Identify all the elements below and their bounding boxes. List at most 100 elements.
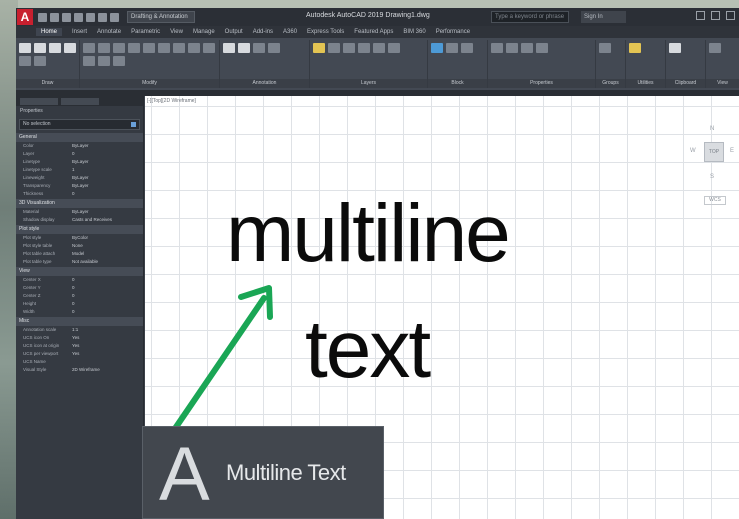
property-row[interactable]: Linetype scale 1 [16, 166, 143, 174]
undo-icon[interactable] [98, 12, 107, 22]
trim-icon[interactable] [113, 43, 125, 53]
linetype-select-icon[interactable] [536, 43, 548, 53]
erase-icon[interactable] [83, 56, 95, 66]
property-row[interactable]: Center Z 0 [16, 292, 143, 300]
leader-icon[interactable] [253, 43, 265, 53]
property-row[interactable]: Plot style table None [16, 242, 143, 250]
tab-insert[interactable]: Insert [72, 29, 87, 35]
stretch-icon[interactable] [173, 43, 185, 53]
minimize-icon[interactable] [696, 11, 705, 20]
layer-freeze-icon[interactable] [388, 43, 400, 53]
tab-layout1[interactable] [61, 98, 99, 105]
tab-express-tools[interactable]: Express Tools [307, 29, 344, 35]
match-properties-icon[interactable] [491, 43, 503, 53]
property-row[interactable]: Annotation scale 1:1 [16, 326, 143, 334]
text-icon[interactable] [223, 43, 235, 53]
property-row[interactable]: Height 0 [16, 300, 143, 308]
hatch-icon[interactable] [34, 56, 46, 66]
lineweight-select-icon[interactable] [521, 43, 533, 53]
property-row[interactable]: Lineweight ByLayer [16, 174, 143, 182]
paste-icon[interactable] [669, 43, 681, 53]
section-misc[interactable]: Misc [16, 317, 143, 326]
viewcube-east[interactable]: E [730, 148, 734, 154]
viewport-controls[interactable]: [-][Top][2D Wireframe] [147, 98, 196, 104]
property-row[interactable]: Layer 0 [16, 150, 143, 158]
tab-performance[interactable]: Performance [436, 29, 470, 35]
scale-icon[interactable] [188, 43, 200, 53]
explode-icon[interactable] [98, 56, 110, 66]
circle-icon[interactable] [49, 43, 61, 53]
tab-addins[interactable]: Add-ins [253, 29, 273, 35]
property-row[interactable]: Center Y 0 [16, 284, 143, 292]
property-row[interactable]: Material ByLayer [16, 208, 143, 216]
tab-view[interactable]: View [170, 29, 183, 35]
make-current-icon[interactable] [343, 43, 355, 53]
dimension-icon[interactable] [238, 43, 250, 53]
wcs-menu[interactable]: WCS [704, 196, 726, 205]
property-row[interactable]: UCS Name [16, 358, 143, 366]
group-icon[interactable] [599, 43, 611, 53]
new-icon[interactable] [38, 12, 47, 22]
array-icon[interactable] [203, 43, 215, 53]
layer-properties-icon[interactable] [313, 43, 325, 53]
saveas-icon[interactable] [74, 12, 83, 22]
viewcube-north[interactable]: N [710, 126, 714, 132]
close-icon[interactable] [726, 11, 735, 20]
tab-annotate[interactable]: Annotate [97, 29, 121, 35]
tab-manage[interactable]: Manage [193, 29, 215, 35]
mtext-line-2[interactable]: text [305, 300, 431, 400]
property-row[interactable]: Center X 0 [16, 276, 143, 284]
view-base-icon[interactable] [709, 43, 721, 53]
rectangle-icon[interactable] [19, 56, 31, 66]
viewcube-west[interactable]: W [690, 148, 696, 154]
viewcube-face[interactable]: TOP [704, 142, 724, 162]
tab-bim360[interactable]: BIM 360 [403, 29, 425, 35]
tab-featured-apps[interactable]: Featured Apps [354, 29, 393, 35]
section-3d-visualization[interactable]: 3D Visualization [16, 199, 143, 208]
sign-in-button[interactable]: Sign In [581, 11, 626, 23]
property-row[interactable]: Color ByLayer [16, 142, 143, 150]
mirror-icon[interactable] [143, 43, 155, 53]
property-row[interactable]: Plot style ByColor [16, 234, 143, 242]
arc-icon[interactable] [64, 43, 76, 53]
property-row[interactable]: Linetype ByLayer [16, 158, 143, 166]
quick-select-icon[interactable] [131, 122, 136, 127]
edit-block-icon[interactable] [461, 43, 473, 53]
property-row[interactable]: UCS per viewport Yes [16, 350, 143, 358]
match-layer-icon[interactable] [358, 43, 370, 53]
fillet-icon[interactable] [158, 43, 170, 53]
tab-home[interactable]: Home [36, 28, 63, 36]
autocad-logo-button[interactable]: A [17, 9, 33, 25]
property-row[interactable]: Thickness 0 [16, 190, 143, 198]
mtext-line-1[interactable]: multiline [226, 184, 511, 284]
property-row[interactable]: Shadow display Casts and Receives [16, 216, 143, 224]
layer-state-icon[interactable] [328, 43, 340, 53]
open-icon[interactable] [50, 12, 59, 22]
tab-parametric[interactable]: Parametric [131, 29, 160, 35]
section-plot-style[interactable]: Plot style [16, 225, 143, 234]
table-icon[interactable] [268, 43, 280, 53]
maximize-icon[interactable] [711, 11, 720, 20]
rotate-icon[interactable] [98, 43, 110, 53]
viewcube[interactable]: N W TOP E S WCS [690, 126, 739, 246]
property-row[interactable]: Visual Style 2D Wireframe [16, 366, 143, 374]
line-icon[interactable] [19, 43, 31, 53]
workspace-select[interactable]: Drafting & Annotation [127, 11, 195, 23]
property-row[interactable]: Width 0 [16, 308, 143, 316]
offset-icon[interactable] [113, 56, 125, 66]
tab-a360[interactable]: A360 [283, 29, 297, 35]
search-input[interactable]: Type a keyword or phrase [491, 11, 569, 23]
insert-block-icon[interactable] [431, 43, 443, 53]
property-row[interactable]: Plot table type Not available [16, 258, 143, 266]
measure-icon[interactable] [629, 43, 641, 53]
property-row[interactable]: UCS icon at origin Yes [16, 342, 143, 350]
save-icon[interactable] [62, 12, 71, 22]
viewcube-south[interactable]: S [710, 174, 714, 180]
redo-icon[interactable] [110, 12, 119, 22]
tab-model[interactable] [20, 98, 58, 105]
property-row[interactable]: Plot table attach Model [16, 250, 143, 258]
selection-dropdown[interactable]: No selection [19, 119, 140, 130]
section-general[interactable]: General [16, 133, 143, 142]
section-view[interactable]: View [16, 267, 143, 276]
layer-off-icon[interactable] [373, 43, 385, 53]
